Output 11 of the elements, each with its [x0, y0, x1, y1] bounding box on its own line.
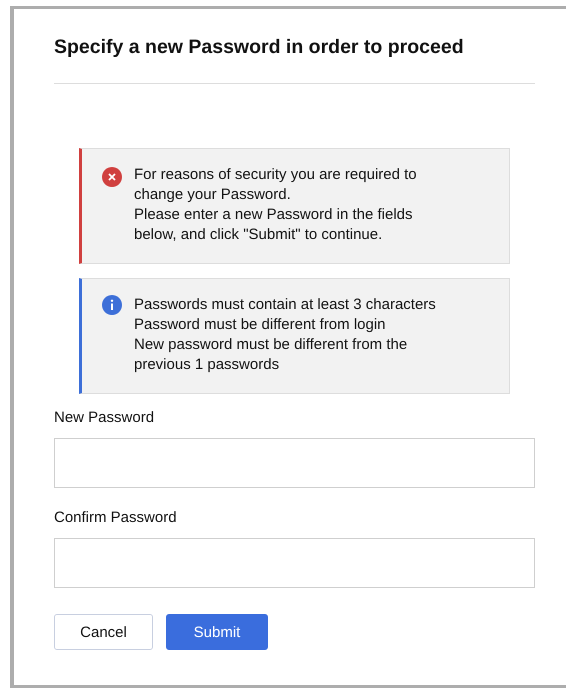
password-field[interactable] — [54, 438, 535, 488]
alert-message: For reasons of security you are required to change your Password. Please enter a new Password in the fields below, and click "Submit" to continue. — [134, 165, 417, 245]
submit-button[interactable]: Submit — [166, 614, 268, 650]
password-field[interactable] — [54, 538, 535, 588]
field-label: New Password — [54, 408, 156, 428]
cancel-button[interactable]: Cancel — [54, 614, 153, 650]
error-icon — [102, 167, 122, 187]
info-icon — [102, 295, 122, 315]
dialog-title: Specify a new Password in order to proceed — [54, 35, 465, 60]
field-label: Confirm Password — [54, 508, 178, 528]
alert-message: Passwords must contain at least 3 characters Password must be different from login New password must be different from the previous 1 passwords — [134, 295, 436, 375]
